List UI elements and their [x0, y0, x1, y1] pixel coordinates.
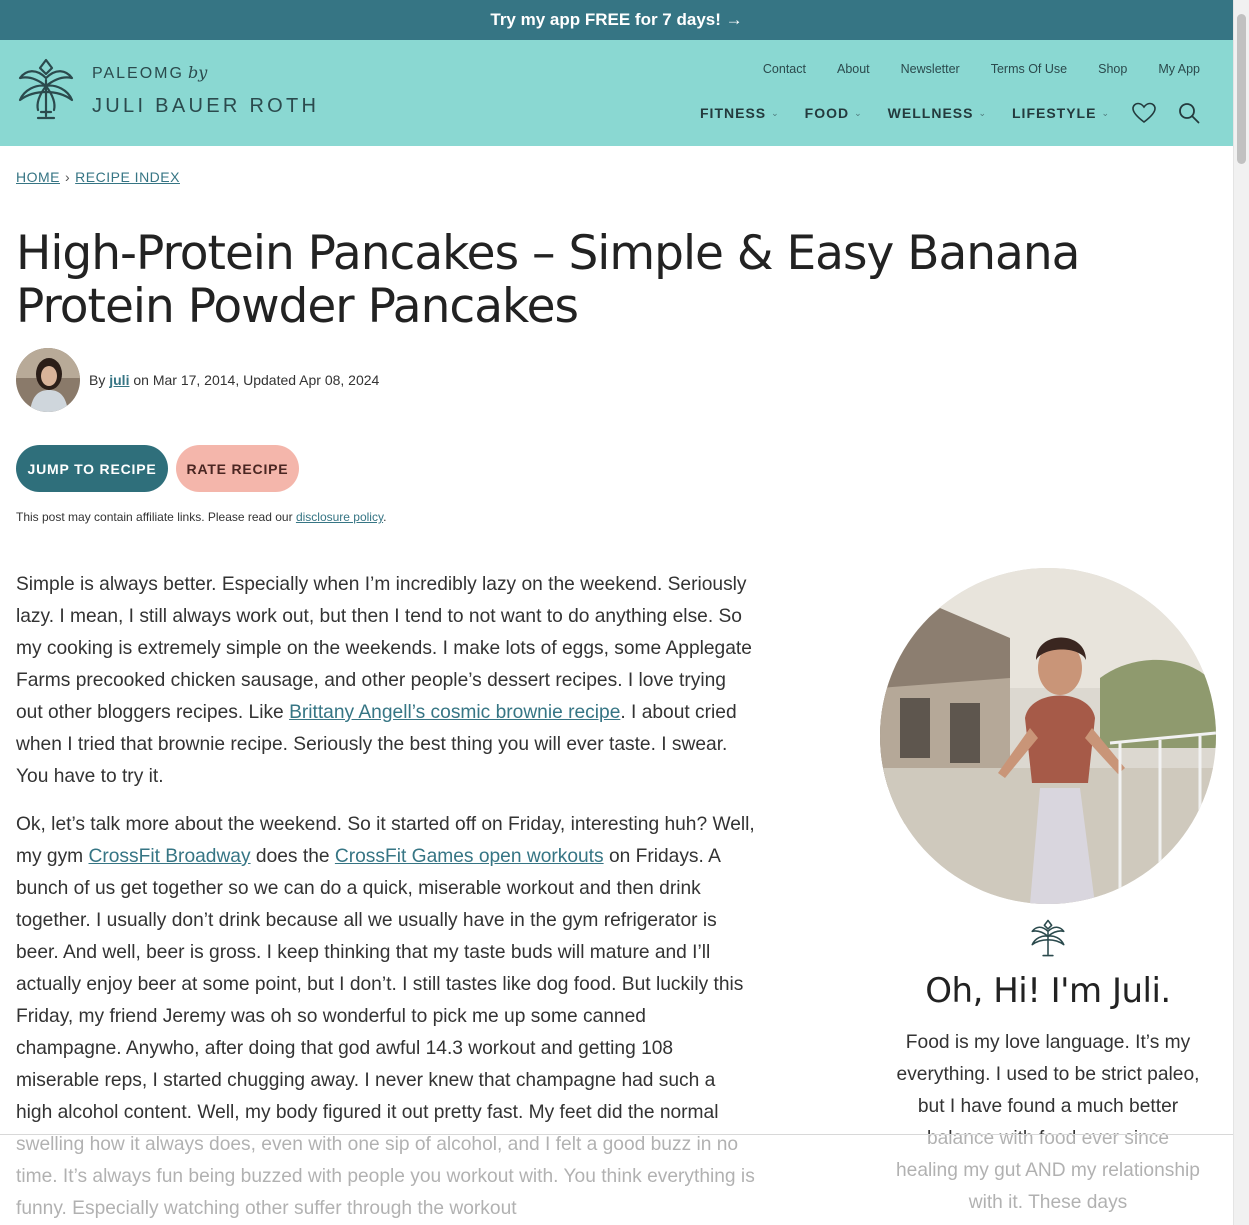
util-nav-about[interactable]: About: [837, 62, 870, 76]
crossfit-broadway-link[interactable]: CrossFit Broadway: [89, 846, 251, 867]
nav-lifestyle-label: LIFESTYLE: [1012, 105, 1097, 121]
promo-banner[interactable]: Try my app FREE for 7 days! →: [0, 0, 1233, 40]
disclosure-end: .: [383, 510, 387, 524]
heart-icon: [1132, 102, 1156, 124]
site-header: PALEOMG by JULI BAUER ROTH Contact About …: [0, 40, 1233, 146]
main-nav: FITNESS ⌄ FOOD ⌄ WELLNESS ⌄ LIFESTYLE ⌄: [675, 102, 1200, 124]
breadcrumb-home[interactable]: HOME: [16, 169, 60, 185]
nav-fitness-label: FITNESS: [700, 105, 767, 121]
chevron-down-icon: ⌄: [854, 107, 863, 118]
favorites-button[interactable]: [1132, 102, 1156, 124]
bottom-fade-overlay: [0, 1134, 1233, 1225]
nav-lifestyle[interactable]: LIFESTYLE ⌄: [1012, 105, 1110, 121]
util-nav-terms[interactable]: Terms Of Use: [991, 62, 1067, 76]
sidebar-heading: Oh, Hi! I'm Juli.: [925, 971, 1171, 1011]
nav-wellness[interactable]: WELLNESS ⌄: [888, 105, 987, 121]
about-sidebar: Oh, Hi! I'm Juli. Food is my love langua…: [880, 568, 1216, 1219]
nav-fitness[interactable]: FITNESS ⌄: [700, 105, 780, 121]
jump-to-recipe-button[interactable]: JUMP TO RECIPE: [16, 445, 168, 492]
utility-nav: Contact About Newsletter Terms Of Use Sh…: [732, 62, 1200, 76]
affiliate-disclosure: This post may contain affiliate links. P…: [16, 510, 386, 524]
util-nav-shop[interactable]: Shop: [1098, 62, 1127, 76]
brittany-angell-link[interactable]: Brittany Angell’s cosmic brownie recipe: [289, 702, 620, 723]
logo-by: by: [187, 62, 208, 82]
logo-brand: PALEOMG: [92, 64, 184, 82]
crossfit-games-link[interactable]: CrossFit Games open workouts: [335, 846, 604, 867]
util-nav-newsletter[interactable]: Newsletter: [901, 62, 960, 76]
author-photo: [16, 348, 80, 412]
promo-text[interactable]: Try my app FREE for 7 days! →: [490, 10, 742, 30]
post-title: High-Protein Pancakes – Simple & Easy Ba…: [16, 226, 1080, 334]
article-body: Simple is always better. Especially when…: [16, 569, 756, 1225]
rate-recipe-button[interactable]: RATE RECIPE: [176, 445, 299, 492]
palm-logo-icon: [18, 58, 74, 120]
site-logo[interactable]: PALEOMG by JULI BAUER ROTH: [16, 56, 319, 122]
search-icon: [1179, 103, 1200, 124]
juli-photo: [880, 568, 1216, 904]
palm-logo-icon: [880, 918, 1216, 963]
disclosure-text: This post may contain affiliate links. P…: [16, 510, 293, 524]
util-nav-contact[interactable]: Contact: [763, 62, 806, 76]
paragraph-text: does the: [255, 846, 330, 867]
author-block: By juli on Mar 17, 2014, Updated Apr 08,…: [16, 348, 379, 412]
chevron-down-icon: ⌄: [1101, 107, 1110, 118]
breadcrumb-recipe-index[interactable]: RECIPE INDEX: [75, 169, 180, 185]
search-button[interactable]: [1178, 102, 1200, 124]
byline-by: By: [89, 372, 106, 388]
byline: By juli on Mar 17, 2014, Updated Apr 08,…: [89, 372, 379, 388]
post-date: on Mar 17, 2014, Updated Apr 08, 2024: [133, 372, 380, 388]
chevron-down-icon: ⌄: [771, 107, 780, 118]
paragraph-text: Simple is always better. Especially when…: [16, 574, 752, 723]
util-nav-my-app[interactable]: My App: [1158, 62, 1200, 76]
scrollbar-thumb[interactable]: [1237, 14, 1246, 164]
author-link[interactable]: juli: [109, 372, 129, 388]
disclosure-policy-link[interactable]: disclosure policy: [296, 510, 383, 524]
breadcrumb-separator: ›: [65, 169, 71, 185]
page-scrollbar[interactable]: [1233, 0, 1249, 1225]
nav-wellness-label: WELLNESS: [887, 105, 974, 121]
author-avatar[interactable]: [16, 348, 80, 412]
article-paragraph: Simple is always better. Especially when…: [16, 569, 756, 793]
breadcrumb: HOME › RECIPE INDEX: [16, 169, 180, 185]
chevron-down-icon: ⌄: [978, 107, 987, 118]
logo-text: PALEOMG by JULI BAUER ROTH: [92, 61, 319, 118]
logo-author-name: JULI BAUER ROTH: [92, 94, 320, 117]
nav-food[interactable]: FOOD ⌄: [805, 105, 863, 121]
nav-food-label: FOOD: [804, 105, 850, 121]
